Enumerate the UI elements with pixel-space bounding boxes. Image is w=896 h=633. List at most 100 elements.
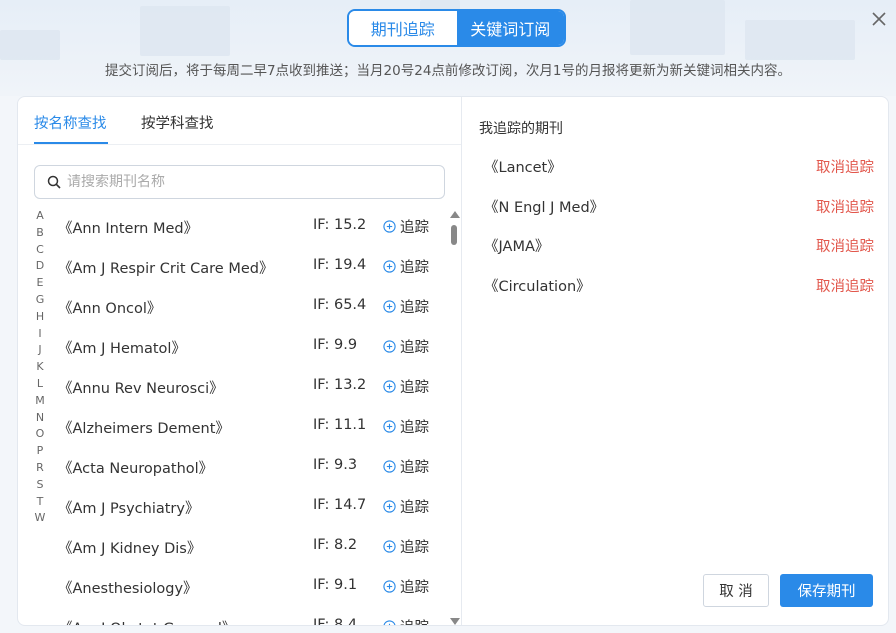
journal-list-scrollbar[interactable]: [449, 209, 461, 625]
alphabet-letter[interactable]: K: [33, 359, 47, 376]
alphabet-letter[interactable]: N: [33, 410, 47, 427]
unfollow-button[interactable]: 取消追踪: [816, 275, 874, 296]
mode-switch: 期刊追踪 关键词订阅: [347, 9, 566, 47]
alphabet-letter[interactable]: C: [33, 242, 47, 259]
follow-button[interactable]: 追踪: [383, 576, 429, 597]
alphabet-letter[interactable]: D: [33, 258, 47, 275]
follow-label: 追踪: [400, 260, 429, 276]
journal-search-input[interactable]: [67, 174, 444, 190]
followed-journal-row: 《N Engl J Med》 取消追踪: [484, 196, 874, 220]
alphabet-letter[interactable]: T: [33, 494, 47, 511]
follow-label: 追踪: [400, 540, 429, 556]
scroll-up-arrow-icon[interactable]: [450, 211, 460, 218]
unfollow-button[interactable]: 取消追踪: [816, 156, 874, 177]
unfollow-button[interactable]: 取消追踪: [816, 235, 874, 256]
plus-circle-icon: [383, 620, 396, 625]
follow-button[interactable]: 追踪: [383, 256, 429, 277]
alphabet-letter[interactable]: L: [33, 376, 47, 393]
followed-journal-name: 《Lancet》: [484, 160, 562, 176]
alphabet-letter[interactable]: R: [33, 460, 47, 477]
follow-button[interactable]: 追踪: [383, 376, 429, 397]
impact-factor: IF: 11.1: [313, 417, 367, 433]
alphabet-letter[interactable]: B: [33, 225, 47, 242]
follow-button[interactable]: 追踪: [383, 336, 429, 357]
follow-button[interactable]: 追踪: [383, 296, 429, 317]
search-icon: [47, 175, 61, 189]
followed-journal-row: 《JAMA》 取消追踪: [484, 235, 874, 259]
journal-search-box: [34, 165, 445, 199]
unfollow-button[interactable]: 取消追踪: [816, 196, 874, 217]
impact-factor: IF: 65.4: [313, 297, 367, 313]
scroll-down-arrow-icon[interactable]: [450, 618, 460, 625]
active-tab-indicator: [34, 142, 108, 144]
close-button[interactable]: [868, 8, 890, 30]
journal-name: 《Am J Obstet Gynecol》: [58, 617, 236, 625]
main-panel: 按名称查找 按学科查找 ABCDEGHIJKLMNOPRSTW 《Ann Int…: [17, 96, 889, 626]
plus-circle-icon: [383, 220, 396, 233]
alphabet-letter[interactable]: H: [33, 309, 47, 326]
followed-journal-row: 《Lancet》 取消追踪: [484, 156, 874, 180]
alphabet-letter[interactable]: J: [33, 342, 47, 359]
journal-name: 《Am J Hematol》: [58, 341, 186, 357]
follow-button[interactable]: 追踪: [383, 496, 429, 517]
journal-row: 《Am J Psychiatry》 IF: 14.7 追踪: [58, 487, 448, 527]
tab-by-subject[interactable]: 按学科查找: [141, 112, 214, 133]
alphabet-letter[interactable]: S: [33, 477, 47, 494]
follow-button[interactable]: 追踪: [383, 456, 429, 477]
plus-circle-icon: [383, 500, 396, 513]
impact-factor: IF: 14.7: [313, 497, 367, 513]
journal-row: 《Anesthesiology》 IF: 9.1 追踪: [58, 567, 448, 607]
followed-journal-name: 《JAMA》: [484, 239, 550, 255]
journal-name: 《Anesthesiology》: [58, 581, 198, 597]
scroll-thumb[interactable]: [451, 225, 457, 245]
alphabet-letter[interactable]: I: [33, 326, 47, 343]
search-mode-tabs: 按名称查找 按学科查找: [18, 97, 461, 145]
journal-name: 《Annu Rev Neurosci》: [58, 381, 224, 397]
save-journals-button[interactable]: 保存期刊: [780, 574, 873, 607]
followed-journal-name: 《N Engl J Med》: [484, 199, 605, 216]
journal-name: 《Ann Intern Med》: [58, 221, 199, 237]
alphabet-letter[interactable]: W: [33, 510, 47, 527]
journal-name: 《Acta Neuropathol》: [58, 461, 214, 477]
follow-button[interactable]: 追踪: [383, 216, 429, 237]
alphabet-letter[interactable]: O: [33, 426, 47, 443]
follow-label: 追踪: [400, 220, 429, 236]
journal-name: 《Alzheimers Dement》: [58, 421, 230, 437]
plus-circle-icon: [383, 460, 396, 473]
journal-row: 《Ann Oncol》 IF: 65.4 追踪: [58, 287, 448, 327]
follow-label: 追踪: [400, 420, 429, 436]
impact-factor: IF: 9.9: [313, 337, 358, 353]
alphabet-letter[interactable]: E: [33, 275, 47, 292]
cancel-button[interactable]: 取 消: [703, 574, 769, 607]
journal-name: 《Am J Kidney Dis》: [58, 541, 202, 557]
follow-button[interactable]: 追踪: [383, 416, 429, 437]
alphabet-letter[interactable]: A: [33, 208, 47, 225]
alphabet-index: ABCDEGHIJKLMNOPRSTW: [33, 208, 47, 527]
follow-label: 追踪: [400, 380, 429, 396]
follow-label: 追踪: [400, 340, 429, 356]
tab-by-name[interactable]: 按名称查找: [34, 112, 107, 133]
journal-row: 《Annu Rev Neurosci》 IF: 13.2 追踪: [58, 367, 448, 407]
plus-circle-icon: [383, 340, 396, 353]
impact-factor: IF: 9.3: [313, 457, 358, 473]
alphabet-letter[interactable]: P: [33, 443, 47, 460]
follow-button[interactable]: 追踪: [383, 616, 429, 625]
plus-circle-icon: [383, 380, 396, 393]
journal-search-pane: 按名称查找 按学科查找 ABCDEGHIJKLMNOPRSTW 《Ann Int…: [18, 97, 462, 625]
journal-list: 《Ann Intern Med》 IF: 15.2 追踪 《Am J Respir C…: [58, 207, 448, 625]
alphabet-letter[interactable]: G: [33, 292, 47, 309]
journal-row: 《Am J Hematol》 IF: 9.9 追踪: [58, 327, 448, 367]
journal-row: 《Alzheimers Dement》 IF: 11.1 追踪: [58, 407, 448, 447]
journal-name: 《Am J Psychiatry》: [58, 501, 200, 517]
follow-button[interactable]: 追踪: [383, 536, 429, 557]
alphabet-letter[interactable]: M: [33, 393, 47, 410]
tab-keyword-subscription[interactable]: 关键词订阅: [456, 11, 564, 45]
journal-row: 《Acta Neuropathol》 IF: 9.3 追踪: [58, 447, 448, 487]
follow-label: 追踪: [400, 616, 429, 625]
tab-journal-tracking[interactable]: 期刊追踪: [349, 11, 457, 45]
impact-factor: IF: 13.2: [313, 377, 367, 393]
close-icon: [872, 12, 886, 26]
follow-label: 追踪: [400, 580, 429, 596]
followed-journals-pane: 我追踪的期刊 《Lancet》 取消追踪 《N Engl J Med》 取消追踪 《JA…: [462, 97, 888, 625]
followed-journals-title: 我追踪的期刊: [479, 121, 563, 137]
